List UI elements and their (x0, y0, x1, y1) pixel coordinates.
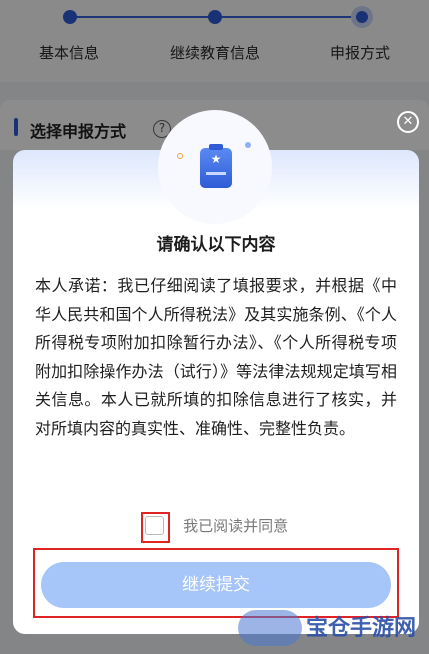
dialog-body-text: 本人承诺：我已仔细阅读了填报要求，并根据《中华人民共和国个人所得税法》及其实施条… (35, 276, 397, 438)
close-icon[interactable]: ✕ (397, 111, 419, 133)
watermark-text: 宝仓手游网 (306, 616, 417, 641)
continue-submit-button[interactable]: 继续提交 (41, 562, 391, 608)
checkbox-highlight-box (141, 512, 170, 543)
decor-dot-orange (177, 153, 183, 159)
watermark-logo (238, 610, 302, 646)
document-line (206, 172, 226, 175)
decor-dot-blue (245, 142, 251, 148)
agree-label[interactable]: 我已阅读并同意 (183, 515, 288, 536)
dialog-title: 请确认以下内容 (156, 235, 276, 255)
star-icon: ★ (210, 152, 222, 166)
